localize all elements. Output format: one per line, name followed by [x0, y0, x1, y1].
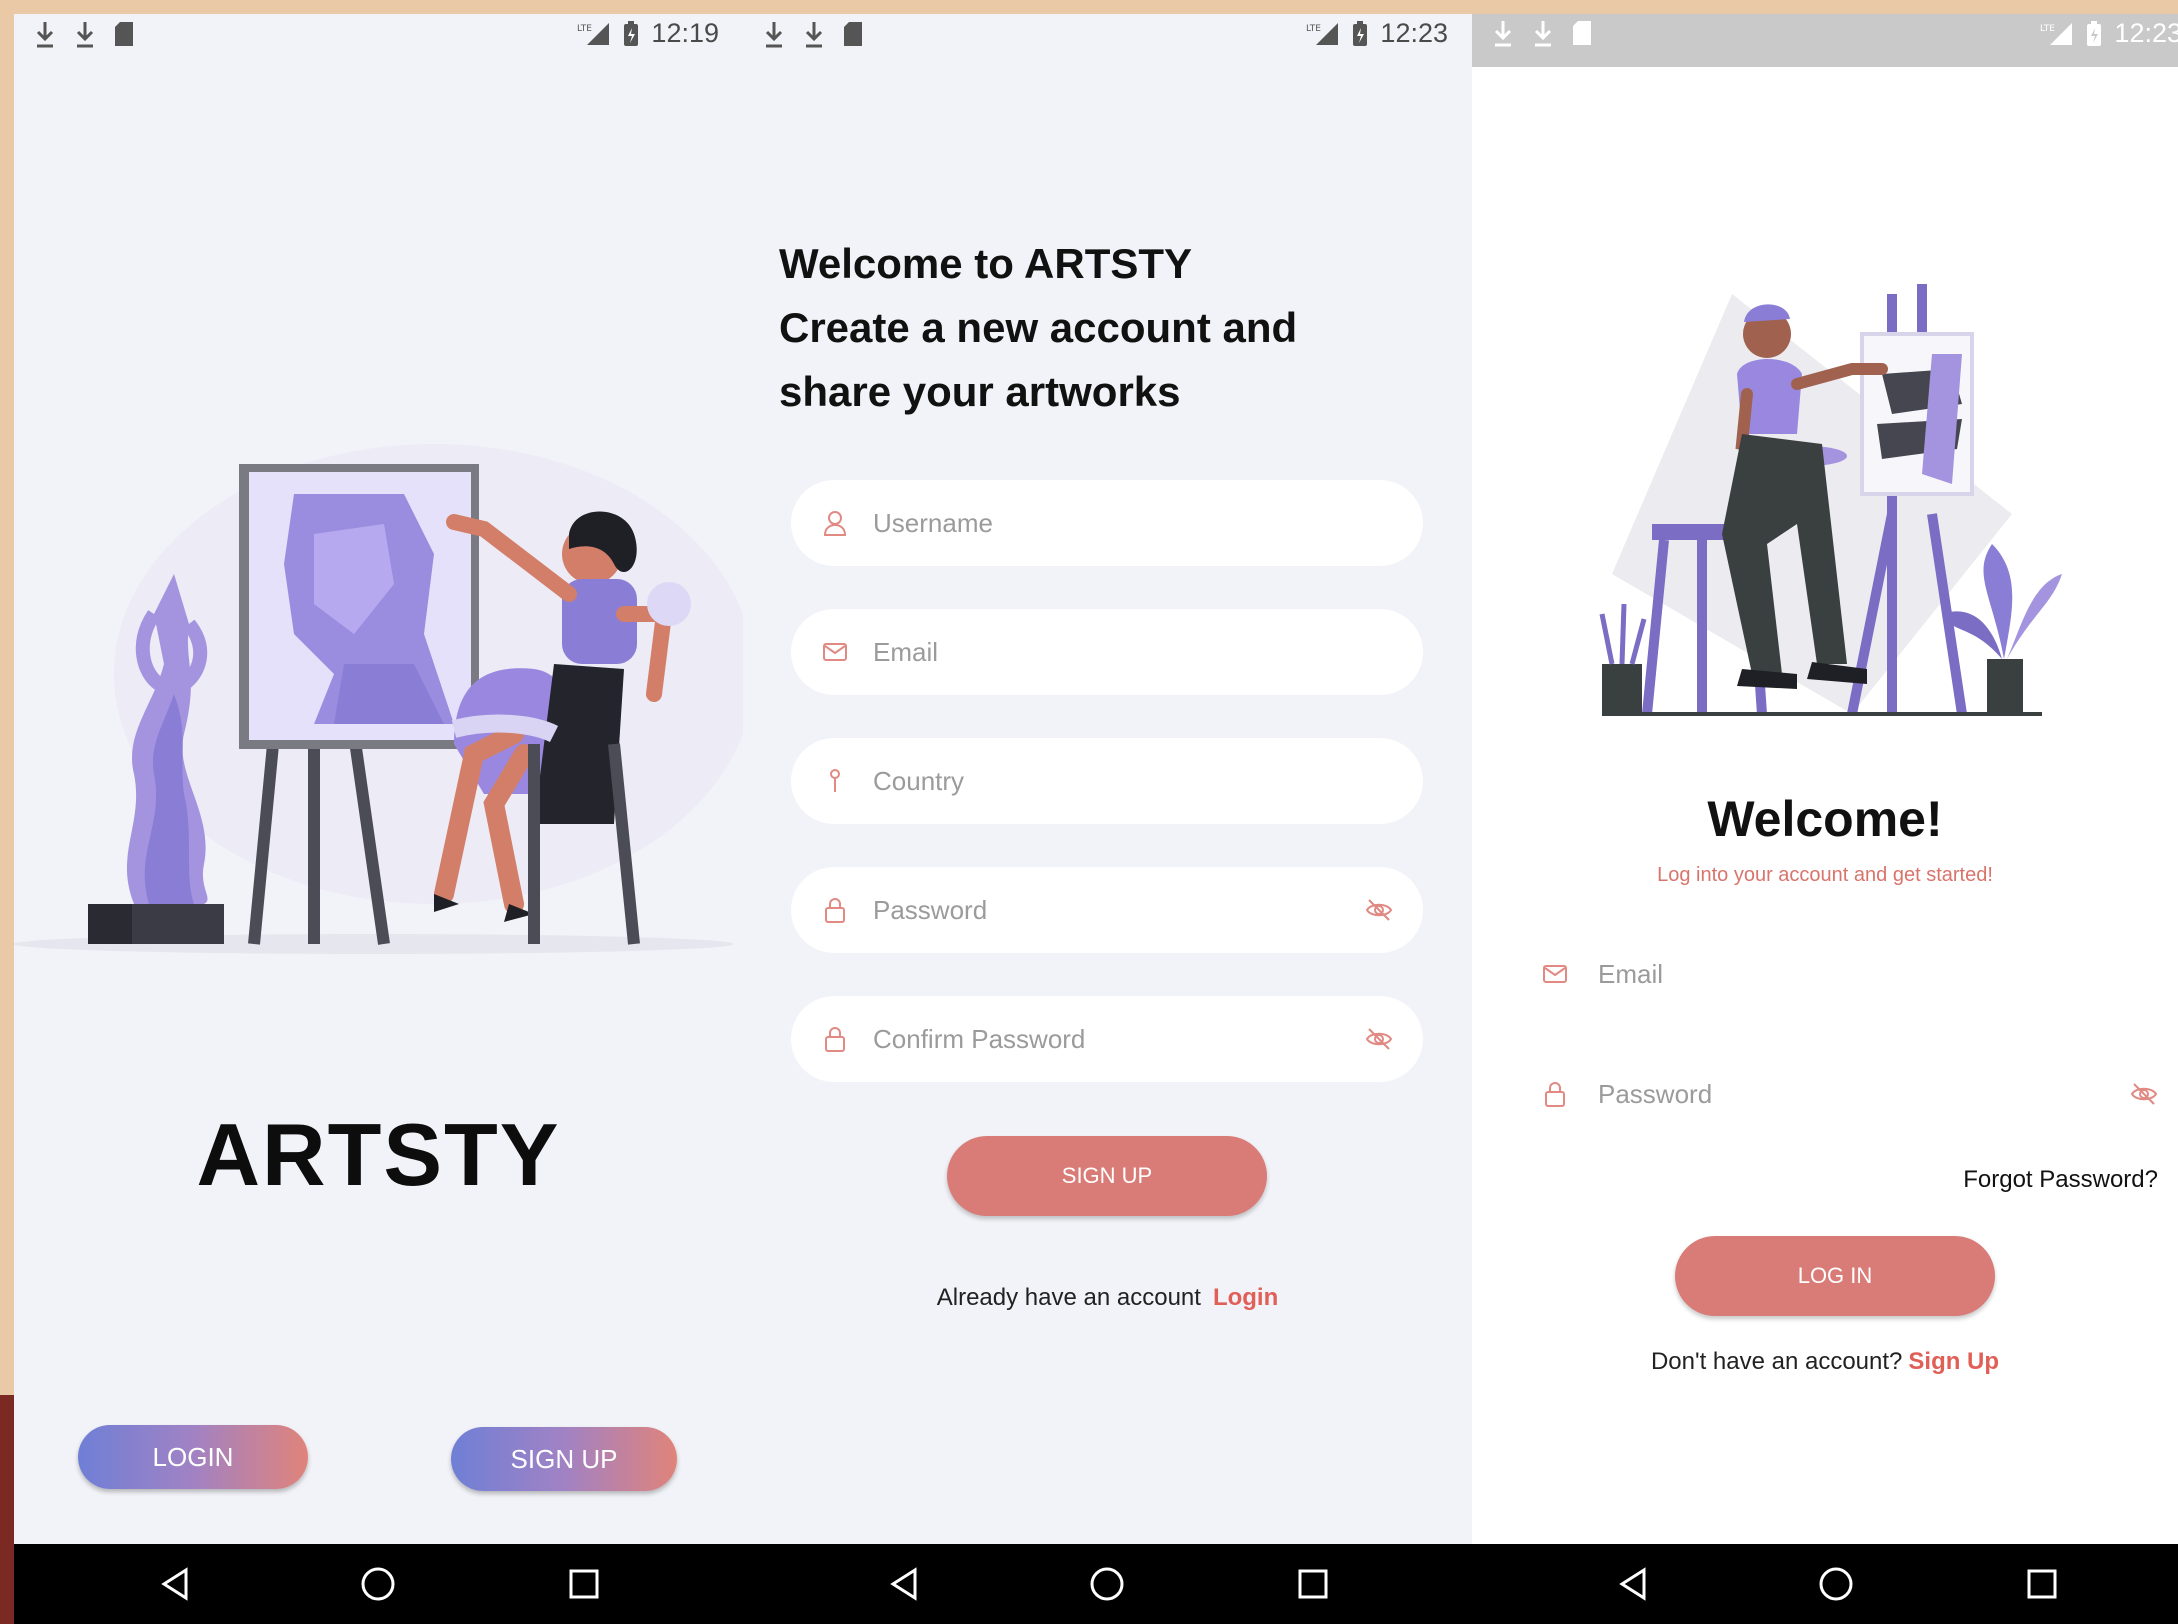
country-placeholder: Country [873, 765, 965, 796]
lte-signal-icon: LTE [1306, 22, 1339, 45]
clock: 12:23 [1380, 18, 1448, 48]
forgot-password-link[interactable]: Forgot Password? [1963, 1166, 2158, 1194]
login-screen: LTE 12:23 Welcome! Log into your account… [1472, 14, 2178, 1544]
lock-icon [1545, 1082, 1565, 1107]
back-icon[interactable] [156, 1564, 196, 1604]
signup-heading: Welcome to ARTSTY Create a new account a… [779, 232, 1297, 424]
status-bar: LTE 12:23 [1472, 14, 2178, 67]
brand-title: ARTSTY [196, 1105, 561, 1204]
password-placeholder: Password [1598, 1078, 1713, 1109]
login-prompt-text: Already have an account [936, 1284, 1201, 1311]
sd-card-icon [844, 22, 862, 46]
back-icon[interactable] [1614, 1564, 1654, 1604]
clock: 12:23 [2114, 18, 2178, 48]
login-prompt: Already have an account Login [743, 1284, 1472, 1312]
sd-card-icon [1573, 21, 1591, 45]
recents-icon[interactable] [1293, 1564, 1333, 1604]
signup-prompt: Don't have an account? Sign Up [1472, 1348, 2178, 1376]
email-field[interactable]: Email [791, 609, 1423, 695]
artist-painting-illustration [14, 444, 743, 954]
home-icon[interactable] [1087, 1564, 1127, 1604]
lte-signal-icon: LTE [2040, 22, 2073, 45]
download-icon [805, 22, 823, 48]
mail-icon [823, 643, 847, 661]
artist-easel-illustration [1599, 284, 2062, 716]
user-icon [823, 511, 847, 536]
sd-card-icon [115, 22, 133, 46]
password-placeholder: Password [873, 894, 988, 925]
download-icon [36, 22, 54, 48]
download-icon [1494, 21, 1512, 47]
email-field[interactable]: Email [1542, 944, 2162, 1004]
username-placeholder: Username [873, 507, 993, 538]
status-bar: LTE 12:19 [14, 14, 743, 54]
battery-icon [624, 20, 639, 46]
username-field[interactable]: Username [791, 480, 1423, 566]
signup-prompt-text: Don't have an account? [1650, 1348, 1903, 1375]
confirm-password-placeholder: Confirm Password [873, 1023, 1086, 1054]
clock: 12:19 [651, 18, 719, 48]
login-link[interactable]: Login [1213, 1284, 1278, 1311]
heading-line: share your artworks [779, 368, 1181, 415]
svg-text:LTE: LTE [1306, 24, 1321, 34]
login-submit-button[interactable]: LOG IN [1675, 1236, 1995, 1316]
lock-icon [825, 1027, 845, 1052]
login-heading: Welcome! [1707, 791, 1943, 847]
password-field[interactable]: Password [1542, 1064, 2162, 1124]
lock-icon [825, 898, 845, 923]
mail-icon [1543, 965, 1567, 983]
home-icon[interactable] [1816, 1564, 1856, 1604]
eye-off-icon[interactable] [1365, 896, 1393, 924]
signup-link[interactable]: Sign Up [1908, 1348, 1999, 1375]
recents-icon[interactable] [564, 1564, 604, 1604]
password-field[interactable]: Password [791, 867, 1423, 953]
status-bar: LTE 12:23 [743, 14, 1472, 54]
recents-icon[interactable] [2022, 1564, 2062, 1604]
email-placeholder: Email [873, 636, 939, 667]
landing-screen: LTE 12:19 ARTSTY LOGIN SIGN UP [14, 14, 743, 1544]
eye-off-icon[interactable] [1365, 1025, 1393, 1053]
confirm-password-field[interactable]: Confirm Password [791, 996, 1423, 1082]
home-icon[interactable] [358, 1564, 398, 1604]
country-field[interactable]: Country [791, 738, 1423, 824]
background-accent [0, 1395, 14, 1624]
battery-icon [1353, 20, 1368, 46]
login-subtitle: Log into your account and get started! [1657, 864, 1993, 886]
signup-button[interactable]: SIGN UP [451, 1427, 677, 1491]
heading-line: Create a new account and [779, 304, 1298, 351]
download-icon [1534, 21, 1552, 47]
eye-off-icon[interactable] [2130, 1080, 2158, 1108]
email-placeholder: Email [1598, 958, 1664, 989]
download-icon [76, 22, 94, 48]
signup-screen: LTE 12:23 Welcome to ARTSTY Create a new… [743, 14, 1472, 1544]
svg-text:LTE: LTE [577, 24, 592, 34]
login-button[interactable]: LOGIN [78, 1425, 308, 1489]
signup-submit-button[interactable]: SIGN UP [947, 1136, 1267, 1216]
battery-icon [2087, 20, 2102, 46]
back-icon[interactable] [885, 1564, 925, 1604]
lte-signal-icon: LTE [577, 22, 610, 45]
pin-icon [830, 769, 840, 792]
heading-line: Welcome to ARTSTY [779, 240, 1193, 287]
svg-text:LTE: LTE [2040, 24, 2055, 34]
system-navigation-bar [14, 1544, 2178, 1624]
download-icon [765, 22, 783, 48]
